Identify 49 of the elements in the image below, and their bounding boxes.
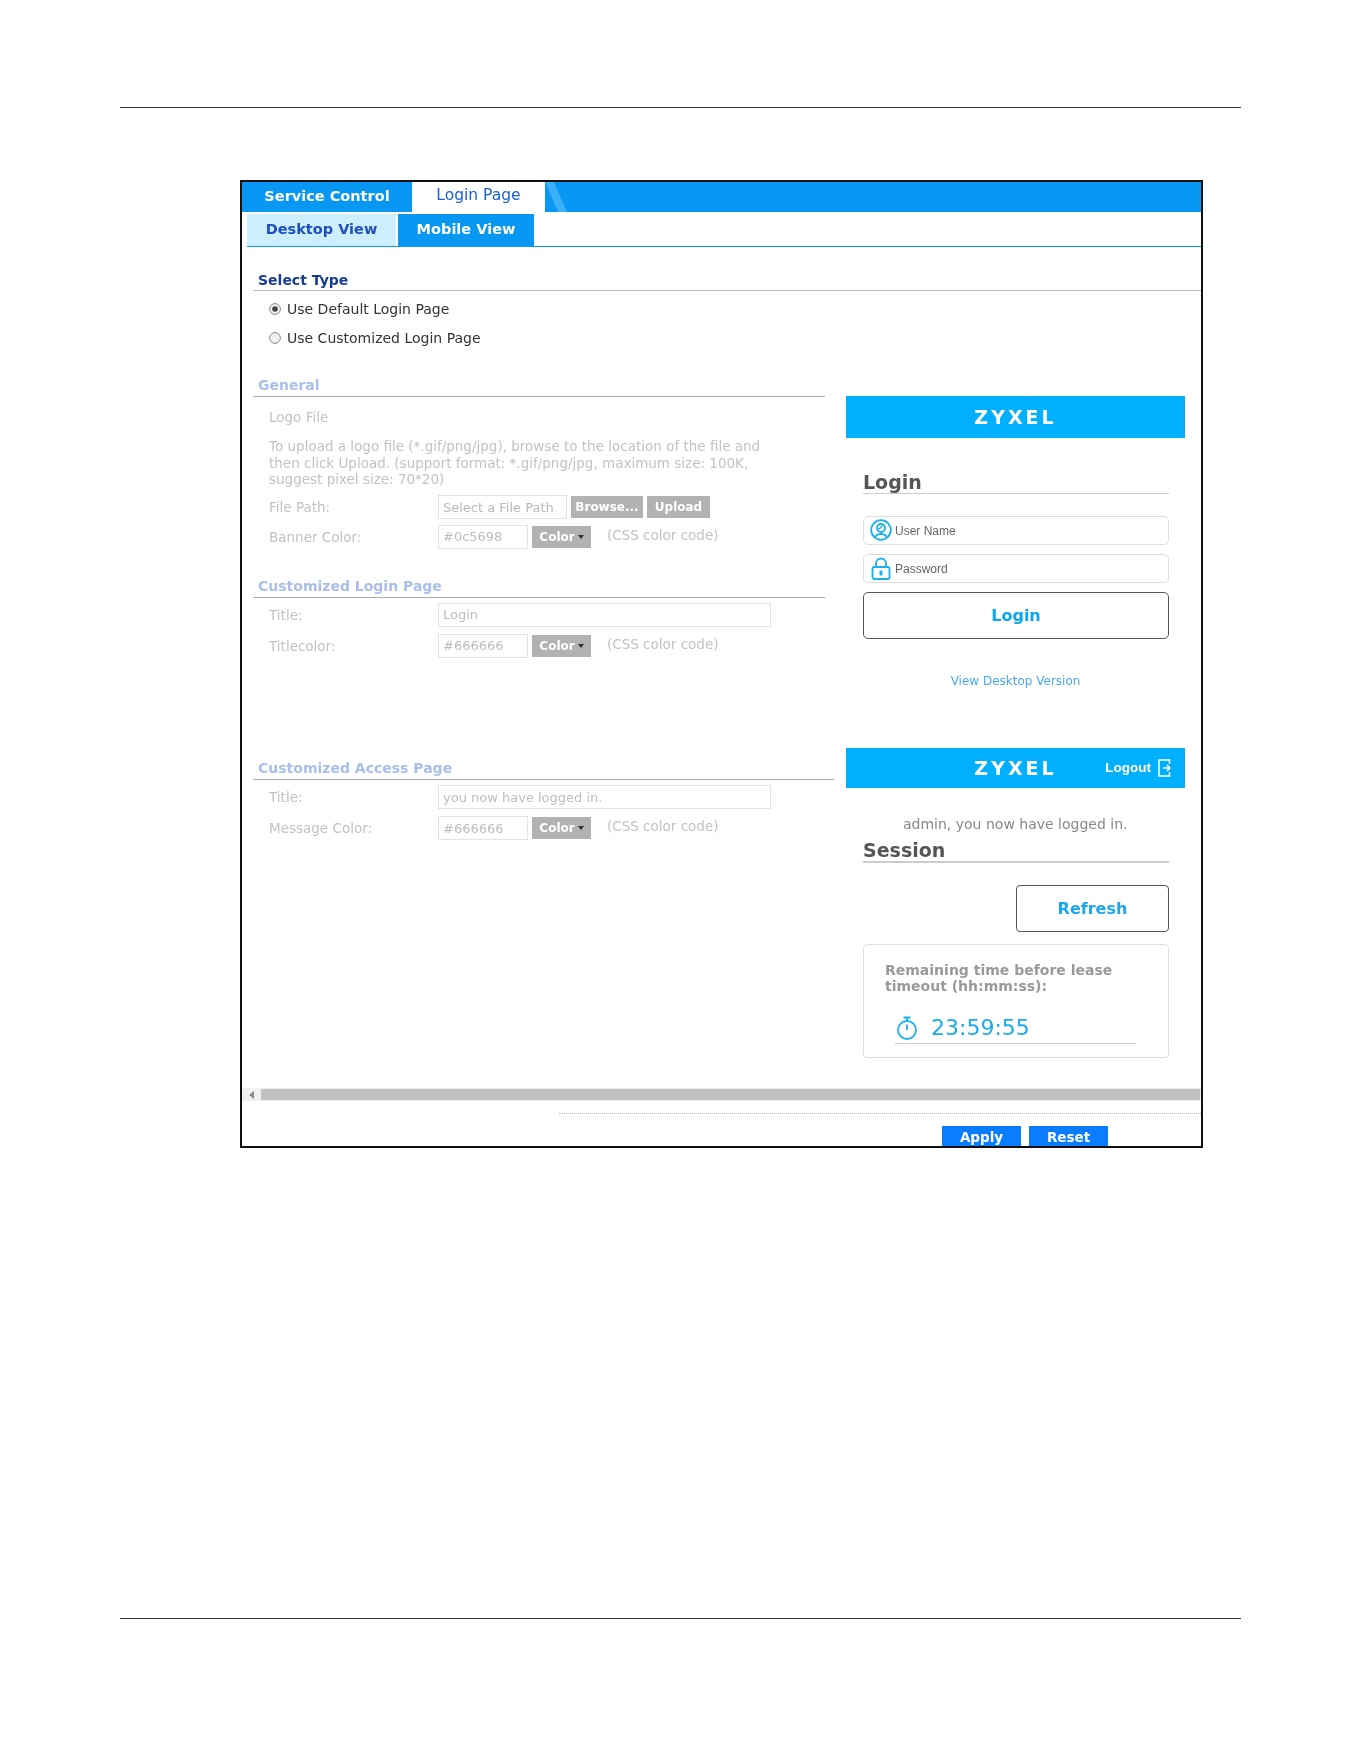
brand-logo: ZYXEL (974, 758, 1057, 778)
section-heading: Customized Access Page (258, 759, 453, 778)
scroll-left-icon[interactable] (249, 1090, 254, 1099)
user-icon (870, 519, 892, 541)
username-field[interactable]: User Name (863, 516, 1169, 545)
radio-button[interactable] (269, 331, 281, 344)
section-heading: Select Type (258, 271, 349, 289)
desktop-version-link[interactable]: View Desktop Version (950, 673, 1081, 689)
session-title: Session (863, 840, 946, 861)
view-tab[interactable]: Mobile View (398, 214, 534, 246)
scrollbar-thumb[interactable] (261, 1089, 1200, 1100)
help-text: To upload a logo file (*.gif/png/jpg), browse to the location of the file and then click Upload. (support format: *.gif/png/jpg, maximum size: 100K, suggest pixel size: 70*20) (269, 438, 762, 488)
radio-label[interactable]: Use Default Login Page (287, 299, 450, 318)
field-label: Title: (269, 605, 303, 624)
brand-logo: ZYXEL (974, 407, 1057, 427)
horizontal-scrollbar[interactable] (242, 1088, 1201, 1101)
radio-label[interactable]: Use Customized Login Page (287, 328, 481, 347)
field-label: Banner Color: (269, 527, 362, 546)
timer-value: 23:59:55 (931, 1014, 1030, 1041)
caret-icon (577, 534, 584, 539)
field-label: File Path: (269, 498, 331, 516)
field-label: Titlecolor: (269, 636, 336, 655)
field-label: Title: (269, 788, 303, 806)
login-button[interactable]: Login (863, 592, 1169, 639)
refresh-button[interactable]: Refresh (1016, 885, 1169, 932)
welcome-message: admin, you now have logged in. (903, 816, 1128, 833)
timer-label: Remaining time before lease timeout (hh:mm:ss): (885, 962, 1114, 994)
field-label: Logo File (269, 408, 329, 426)
color-code-hint: (CSS color code) (607, 817, 719, 836)
tab-edge-drawing (545, 182, 567, 212)
tab[interactable]: Service Control (242, 182, 412, 212)
reset-button[interactable]: Reset (1029, 1126, 1108, 1146)
view-tab[interactable]: Desktop View (247, 214, 396, 246)
field-label: Message Color: (269, 819, 373, 837)
color-code-hint: (CSS color code) (607, 634, 719, 654)
section-heading: General (258, 376, 320, 395)
login-title: Login (863, 471, 922, 493)
logout-button[interactable]: Logout (1105, 757, 1171, 779)
color-code-hint: (CSS color code) (607, 525, 719, 545)
lock-icon (871, 557, 891, 580)
logout-icon (1158, 759, 1171, 777)
tab[interactable]: Login Page (412, 182, 545, 212)
timer-icon (895, 1015, 919, 1040)
caret-icon (577, 826, 584, 830)
caret-icon (577, 643, 584, 648)
password-field[interactable]: Password (863, 554, 1169, 583)
radio-button[interactable] (269, 302, 281, 315)
section-heading: Customized Login Page (258, 576, 442, 596)
apply-button[interactable]: Apply (942, 1126, 1021, 1146)
